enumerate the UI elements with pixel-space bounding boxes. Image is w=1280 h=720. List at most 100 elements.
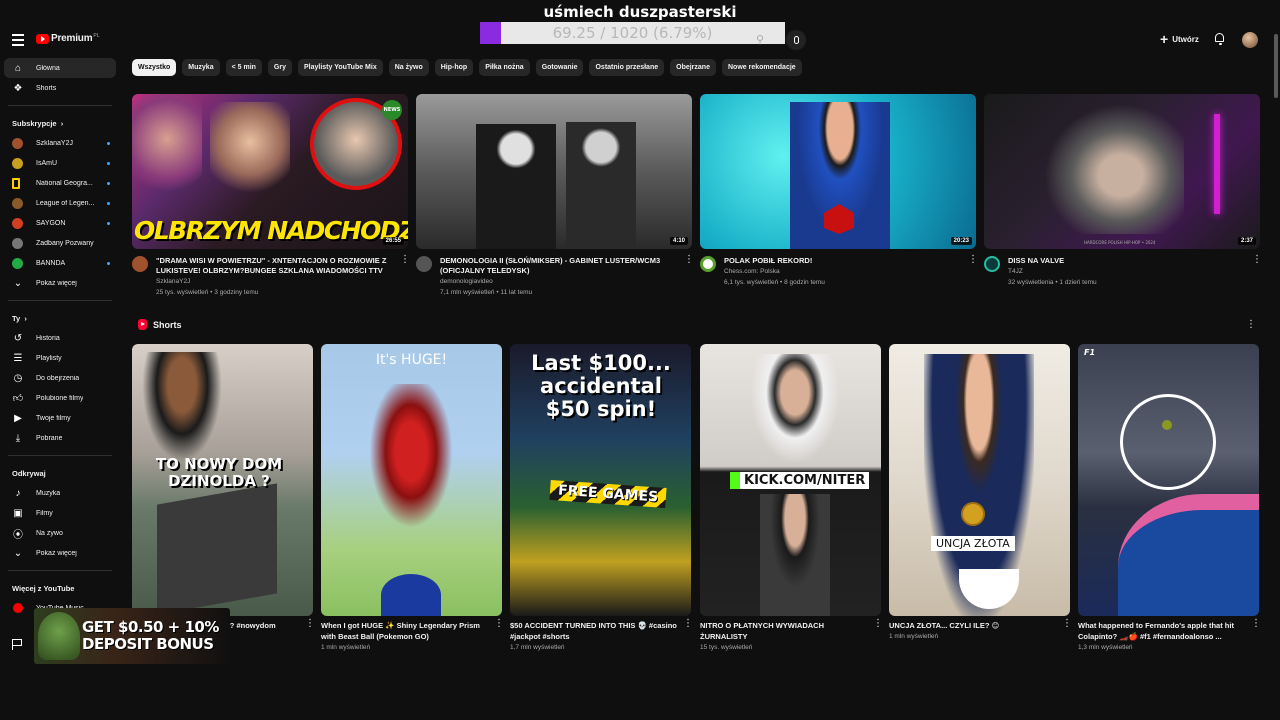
video-card[interactable]: 4:10 DEMONOLOGIA II (SŁOŃ/MIKSER) - GABI…	[416, 94, 694, 298]
more-options-icon[interactable]: ⋮	[1062, 619, 1072, 643]
sidebar-item-live[interactable]: ⦿ Na żywo	[4, 523, 116, 543]
short-thumbnail[interactable]: KICK.COM/NITER	[700, 344, 881, 616]
sidebar-show-more-subs[interactable]: ⌄ Pokaż więcej	[4, 273, 116, 293]
chip-all[interactable]: Wszystko	[132, 59, 177, 76]
chip-recently-uploaded[interactable]: Ostatnio przesłane	[589, 59, 665, 76]
short-title[interactable]: $50 ACCIDENT TURNED INTO THIS 💀 #casino …	[510, 620, 683, 642]
page-scrollbar[interactable]	[1274, 34, 1278, 98]
channel-avatar[interactable]	[700, 256, 716, 272]
short-thumbnail[interactable]: Last $100... accidental $50 spin! FREE G…	[510, 344, 691, 616]
video-thumbnail[interactable]: 4:10	[416, 94, 692, 249]
channel-avatar	[12, 197, 23, 209]
video-thumbnail[interactable]: HARDCORE POLISH HIP-HOP • 2024 2:37	[984, 94, 1260, 249]
channel-avatar	[12, 177, 20, 189]
more-options-icon[interactable]: ⋮	[400, 255, 410, 298]
channel-name[interactable]: Chess.com: Polska	[724, 266, 968, 277]
sidebar-item-sub[interactable]: SAYGON	[4, 213, 116, 233]
playlists-icon: ☰	[13, 352, 23, 364]
watch-later-icon: ◷	[13, 372, 23, 384]
channel-avatar[interactable]	[132, 256, 148, 272]
chip-live[interactable]: Na żywo	[388, 59, 429, 76]
short-title[interactable]: What happened to Fernando's apple that h…	[1078, 620, 1251, 642]
chip-under-5-min[interactable]: < 5 min	[225, 59, 262, 76]
video-card[interactable]: NEWS OLBRZYM NADCHODZI!? 26:55 "DRAMA WI…	[132, 94, 410, 298]
sidebar-item-your-videos[interactable]: ▶ Twoje filmy	[4, 408, 116, 428]
short-title[interactable]: When I got HUGE ✨ Shiny Legendary Prism …	[321, 620, 494, 642]
search-icon[interactable]: ⚲	[756, 33, 764, 46]
video-title[interactable]: DEMONOLOGIA II (SŁOŃ/MIKSER) - GABINET L…	[440, 256, 684, 276]
sidebar-item-liked[interactable]: 👍︎ Polubione filmy	[4, 388, 116, 408]
more-options-icon[interactable]: ⋮	[873, 619, 883, 654]
casino-ad-overlay[interactable]: GET $0.50 + 10% DEPOSIT BONUS	[34, 608, 230, 664]
more-options-icon[interactable]: ⋮	[1246, 319, 1256, 330]
sidebar-show-more-explore[interactable]: ⌄ Pokaż więcej	[4, 543, 116, 563]
chip-cooking[interactable]: Gotowanie	[535, 59, 584, 76]
sidebar-item-label: Główna	[36, 64, 60, 72]
sidebar-item-shorts[interactable]: ❖ Shorts	[4, 78, 116, 98]
sidebar-item-downloads[interactable]: ⤓ Pobrane	[4, 428, 116, 448]
voice-search-button[interactable]	[786, 30, 806, 50]
short-card[interactable]: F1 What happened to Fernando's apple tha…	[1078, 344, 1261, 654]
chip-watched[interactable]: Obejrzane	[670, 59, 716, 76]
video-card[interactable]: 20:23 POLAK POBIŁ REKORD! Chess.com: Pol…	[700, 94, 978, 288]
sidebar-item-sub[interactable]: League of Legen...	[4, 193, 116, 213]
sidebar-item-history[interactable]: ↺ Historia	[4, 328, 116, 348]
short-thumbnail[interactable]: TO NOWY DOM DZINOLDA ?	[132, 344, 313, 616]
sidebar-item-sub[interactable]: IsAmU	[4, 153, 116, 173]
video-card[interactable]: HARDCORE POLISH HIP-HOP • 2024 2:37 DISS…	[984, 94, 1262, 288]
chip-games[interactable]: Gry	[267, 59, 292, 76]
chip-music[interactable]: Muzyka	[182, 59, 220, 76]
more-options-icon[interactable]: ⋮	[684, 255, 694, 298]
channel-name[interactable]: T4JZ	[1008, 266, 1252, 277]
channel-name[interactable]: demonologiavideo	[440, 276, 684, 287]
video-title[interactable]: POLAK POBIŁ REKORD!	[724, 256, 968, 266]
short-card[interactable]: TO NOWY DOM DZINOLDA ? TO NOWY DOM DZINO…	[132, 344, 315, 642]
sidebar-item-sub[interactable]: BANNDA	[4, 253, 116, 273]
channel-avatar	[12, 137, 23, 149]
short-thumbnail[interactable]: It's HUGE!	[321, 344, 502, 616]
channel-avatar[interactable]	[416, 256, 432, 272]
short-card[interactable]: It's HUGE! When I got HUGE ✨ Shiny Legen…	[321, 344, 504, 654]
chip-hip-hop[interactable]: Hip-hop	[434, 59, 474, 76]
more-options-icon[interactable]: ⋮	[1252, 255, 1262, 288]
chip-new-to-you[interactable]: Nowe rekomendacje	[721, 59, 802, 76]
you-heading[interactable]: Ty ›	[4, 308, 116, 328]
new-content-dot	[107, 141, 110, 145]
channel-name[interactable]: SzklanaY2J	[156, 276, 400, 287]
divider	[8, 300, 112, 301]
sidebar-item-playlists[interactable]: ☰ Playlisty	[4, 348, 116, 368]
report-flag-icon[interactable]	[12, 639, 22, 650]
short-card[interactable]: KICK.COM/NITER NITRO O PŁATNYCH WYWIADAC…	[700, 344, 883, 654]
more-options-icon[interactable]: ⋮	[683, 619, 693, 654]
notifications-bell-icon[interactable]	[1214, 33, 1226, 46]
sidebar-item-sub[interactable]: Zadbany Pozwany	[4, 233, 116, 253]
subscriptions-heading[interactable]: Subskrypcje ›	[4, 113, 116, 133]
short-card[interactable]: UNCJA ZŁOTA UNCJA ZŁOTA... CZYLI ILE? 😊 …	[889, 344, 1072, 643]
more-options-icon[interactable]: ⋮	[968, 255, 978, 288]
chip-football[interactable]: Piłka nożna	[479, 59, 530, 76]
sidebar-item-movies[interactable]: ▣ Filmy	[4, 503, 116, 523]
more-options-icon[interactable]: ⋮	[494, 619, 504, 654]
more-options-icon[interactable]: ⋮	[305, 619, 315, 642]
short-card[interactable]: Last $100... accidental $50 spin! FREE G…	[510, 344, 693, 654]
video-title[interactable]: DISS NA VALVE	[1008, 256, 1252, 266]
sidebar-item-watch-later[interactable]: ◷ Do obejrzenia	[4, 368, 116, 388]
more-options-icon[interactable]: ⋮	[1251, 619, 1261, 654]
short-title[interactable]: UNCJA ZŁOTA... CZYLI ILE? 😊	[889, 620, 1062, 631]
sidebar-item-sub[interactable]: National Geogra...	[4, 173, 116, 193]
sidebar-item-music[interactable]: ♪ Muzyka	[4, 483, 116, 503]
short-thumbnail[interactable]: UNCJA ZŁOTA	[889, 344, 1070, 616]
menu-icon[interactable]	[12, 34, 24, 46]
account-avatar[interactable]	[1242, 32, 1258, 48]
chip-youtube-mix[interactable]: Playlisty YouTube Mix	[297, 59, 383, 76]
sidebar-item-home[interactable]: ⌂ Główna	[4, 58, 116, 78]
channel-avatar[interactable]	[984, 256, 1000, 272]
create-button[interactable]: + Utwórz	[1160, 32, 1199, 46]
sidebar-item-sub[interactable]: SzklanaY2J	[4, 133, 116, 153]
video-thumbnail[interactable]: 20:23	[700, 94, 976, 249]
video-thumbnail[interactable]: NEWS OLBRZYM NADCHODZI!? 26:55	[132, 94, 408, 249]
short-thumbnail[interactable]: F1	[1078, 344, 1259, 616]
short-title[interactable]: NITRO O PŁATNYCH WYWIADACH ŻURNALISTY	[700, 620, 873, 642]
youtube-premium-logo[interactable]: Premium PL	[36, 33, 100, 44]
video-title[interactable]: "DRAMA WISI W POWIETRZU" - XNTENTACJON O…	[156, 256, 400, 276]
